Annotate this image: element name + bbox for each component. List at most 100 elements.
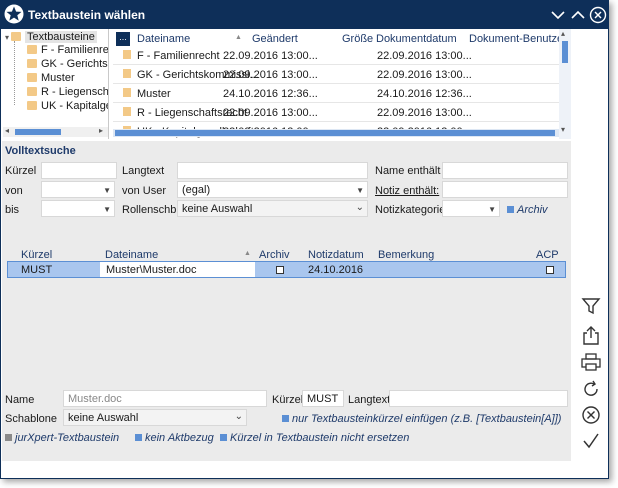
- name-input[interactable]: Muster.doc: [63, 390, 267, 407]
- dropdown-arrow-icon[interactable]: ▼: [488, 205, 496, 214]
- tree-item-label: F - Familienrecht: [41, 44, 109, 56]
- folder-tree[interactable]: ▾ Textbausteine F - Familienrecht GK - Ge…: [3, 29, 109, 139]
- window-title: Textbaustein wählen: [28, 8, 146, 22]
- sort-icon: ▲: [235, 34, 242, 41]
- file-row[interactable]: F - Familienrecht 22.09.2016 13:00... 22.0…: [113, 46, 559, 65]
- jurxpert-option[interactable]: jurXpert-Textbaustein: [5, 432, 119, 444]
- label-bottom-langtext: Langtext: [348, 394, 391, 406]
- bottom-kuerzel-input[interactable]: MUST: [302, 390, 344, 407]
- file-changed: 22.09.2016 13:00...: [223, 69, 318, 81]
- confirm-icon[interactable]: [579, 430, 603, 452]
- col-header-geaendert[interactable]: Geändert: [252, 33, 298, 45]
- file-changed: 22.09.2016 13:00...: [223, 50, 318, 62]
- dropdown-arrow-icon[interactable]: ▼: [103, 205, 111, 214]
- checkbox-icon[interactable]: [5, 434, 12, 441]
- result-row[interactable]: MUST Muster\Muster.doc 24.10.2016: [7, 261, 566, 278]
- grid-hscrollbar[interactable]: [113, 129, 559, 137]
- von-date-picker[interactable]: ▼: [41, 181, 115, 198]
- file-row[interactable]: GK - Gerichtskommissi... 22.09.2016 13:00…: [113, 65, 559, 84]
- scroll-thumb[interactable]: [15, 129, 61, 135]
- star-logo-icon: [4, 4, 24, 24]
- name-enthaelt-input[interactable]: [442, 162, 568, 179]
- refresh-icon[interactable]: [579, 378, 603, 400]
- langtext-input[interactable]: [177, 162, 368, 179]
- maximize-icon[interactable]: [569, 6, 587, 24]
- close-icon[interactable]: [589, 6, 607, 24]
- col-header-dokumentdatum[interactable]: Dokumentdatum: [376, 33, 457, 45]
- col-header-groesse[interactable]: Größe: [342, 33, 373, 45]
- dropdown-arrow-icon[interactable]: ▼: [356, 186, 364, 195]
- tree-item[interactable]: R - Liegenschaftsrecht: [27, 85, 108, 99]
- result-col-dateiname[interactable]: Dateiname: [105, 249, 158, 261]
- label-schablone: Schablone: [5, 413, 57, 425]
- chevron-down-icon[interactable]: ⌄: [235, 411, 243, 422]
- result-col-acp[interactable]: ACP: [536, 249, 559, 261]
- label-von: von: [5, 185, 23, 197]
- nicht-ersetzen-option-label: Kürzel in Textbaustein nicht ersetzen: [230, 432, 410, 444]
- print-icon[interactable]: [579, 351, 603, 373]
- tree-item[interactable]: Muster: [27, 71, 75, 85]
- chevron-down-icon[interactable]: ⌄: [356, 202, 364, 213]
- label-bottom-kuerzel: Kürzel: [272, 394, 304, 406]
- scroll-thumb[interactable]: [115, 130, 555, 136]
- kuerzel-input[interactable]: [41, 162, 117, 179]
- tree-item[interactable]: F - Familienrecht: [27, 43, 109, 57]
- collapse-icon[interactable]: ▾: [5, 33, 9, 42]
- tree-hscrollbar[interactable]: ◂ ▸: [3, 126, 108, 137]
- file-docdate: 22.09.2016 13:00...: [377, 107, 472, 119]
- result-col-kuerzel[interactable]: Kürzel: [21, 249, 52, 261]
- file-row[interactable]: R - Liegenschaftsrecht 22.09.2016 13:00..…: [113, 103, 559, 122]
- result-col-bemerkung[interactable]: Bemerkung: [378, 249, 434, 261]
- result-col-notizdatum[interactable]: Notizdatum: [308, 249, 364, 261]
- nicht-ersetzen-option[interactable]: Kürzel in Textbaustein nicht ersetzen: [220, 432, 409, 444]
- col-header-dateiname[interactable]: Dateiname: [137, 33, 190, 45]
- checkbox-icon[interactable]: [282, 415, 289, 422]
- bis-date-picker[interactable]: ▼: [41, 200, 115, 217]
- tree-root-label: Textbausteine: [25, 31, 97, 43]
- scroll-down-icon[interactable]: ▾: [561, 125, 565, 134]
- file-row[interactable]: Muster 24.10.2016 12:36... 24.10.2016 12:3…: [113, 84, 559, 103]
- notizkategorie-select[interactable]: ▼: [442, 200, 500, 217]
- scroll-thumb[interactable]: [562, 41, 568, 63]
- schablone-select[interactable]: keine Auswahl ⌄: [63, 409, 247, 426]
- tree-item[interactable]: GK - Gerichtskommissi: [27, 57, 108, 71]
- notiz-enthaelt-input[interactable]: [442, 181, 568, 198]
- scroll-left-icon[interactable]: ◂: [5, 126, 9, 135]
- file-changed: 22.09.2016 13:00...: [223, 107, 318, 119]
- tree-item[interactable]: UK - Kapitalgesellschaft: [27, 99, 108, 113]
- scroll-right-icon[interactable]: ▸: [99, 126, 103, 135]
- folder-icon: [11, 32, 22, 41]
- result-col-archiv[interactable]: Archiv: [259, 249, 290, 261]
- only-kuerzel-option-label: nur Textbausteinkürzel einfügen (z.B. [T…: [292, 413, 562, 425]
- only-kuerzel-option[interactable]: nur Textbausteinkürzel einfügen (z.B. [T…: [282, 413, 561, 425]
- label-rollenschbl: Rollenschbl.: [122, 204, 182, 216]
- export-icon[interactable]: [579, 324, 603, 346]
- rollenschbl-select[interactable]: keine Auswahl ⌄: [177, 200, 368, 217]
- acp-checkbox[interactable]: [546, 266, 554, 274]
- bottom-langtext-input[interactable]: [389, 390, 568, 407]
- sort-icon: ▲: [244, 250, 251, 257]
- minimize-icon[interactable]: [549, 6, 567, 24]
- section-title-volltextsuche: Volltextsuche: [5, 145, 76, 157]
- result-dateiname: Muster\Muster.doc: [106, 264, 197, 276]
- col-header-dokument-benutzer[interactable]: Dokument-Benutzer: [469, 33, 567, 45]
- column-chooser-button[interactable]: ...: [116, 32, 130, 46]
- jurxpert-option-label: jurXpert-Textbaustein: [15, 432, 120, 444]
- cancel-icon[interactable]: [579, 404, 603, 426]
- checkbox-icon[interactable]: [135, 434, 142, 441]
- file-grid[interactable]: ... Dateiname ▲ Geändert Größe Dokumentd…: [113, 29, 571, 139]
- folder-icon: [123, 107, 131, 116]
- von-user-select[interactable]: (egal) ▼: [177, 181, 368, 198]
- checkbox-icon[interactable]: [220, 434, 227, 441]
- archiv-checkbox[interactable]: [276, 266, 284, 274]
- folder-icon: [123, 50, 131, 59]
- tree-root[interactable]: ▾ Textbausteine: [5, 30, 97, 44]
- filter-icon[interactable]: [579, 295, 603, 317]
- label-name: Name: [5, 394, 35, 406]
- scroll-up-icon[interactable]: ▴: [561, 29, 565, 38]
- checkbox-icon[interactable]: [507, 206, 514, 213]
- archiv-option[interactable]: Archiv: [507, 204, 548, 216]
- dropdown-arrow-icon[interactable]: ▼: [103, 186, 111, 195]
- kein-aktbezug-option[interactable]: kein Aktbezug: [135, 432, 214, 444]
- grid-vscrollbar[interactable]: ▴ ▾: [559, 29, 571, 139]
